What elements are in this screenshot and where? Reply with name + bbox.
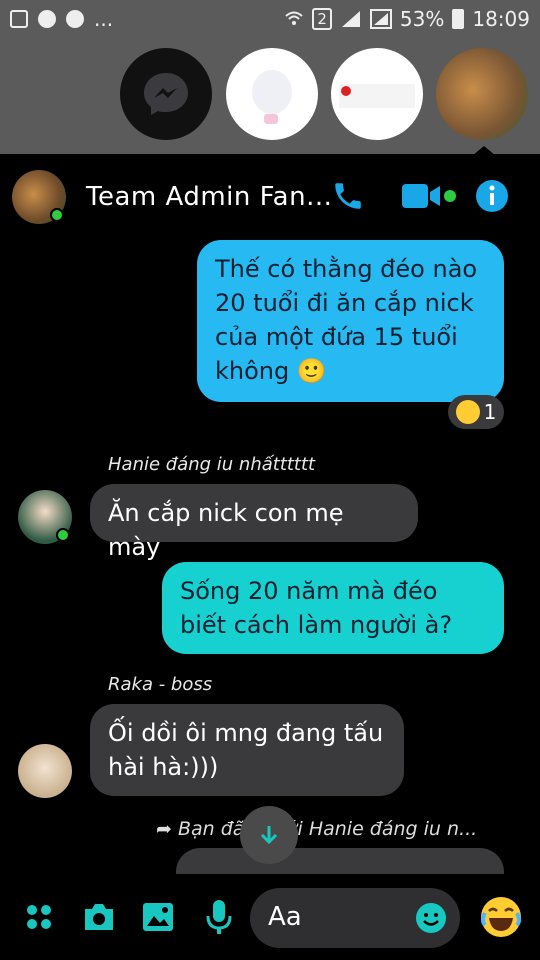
apps-icon	[27, 905, 51, 929]
outgoing-message[interactable]: Thế có thằng đéo nào 20 tuổi đi ăn cắp n…	[197, 240, 504, 402]
apps-button[interactable]	[22, 900, 56, 934]
voice-button[interactable]	[202, 898, 236, 936]
sender-avatar[interactable]	[18, 490, 72, 544]
conversation-header: Team Admin Fan...	[0, 154, 540, 238]
chat-head-messenger[interactable]	[120, 48, 212, 140]
call-button[interactable]	[330, 178, 366, 214]
gallery-notification-icon	[10, 10, 28, 28]
status-bar: ... 2 53% 18:09	[0, 0, 540, 38]
sender-avatar[interactable]	[18, 744, 72, 798]
camera-icon	[85, 904, 113, 930]
quick-reaction-button[interactable]	[478, 894, 524, 940]
emoji-icon	[416, 903, 446, 933]
message-reaction[interactable]: 1	[448, 395, 504, 429]
notification-icons: ...	[10, 7, 113, 31]
gallery-button[interactable]	[140, 900, 176, 934]
mic-icon	[206, 900, 232, 934]
wifi-icon	[285, 11, 304, 25]
incoming-message[interactable]: Ối dồi ôi mng đang tấu hài hà:)))	[90, 704, 404, 796]
signal-icon	[341, 11, 360, 27]
video-icon	[402, 184, 456, 208]
battery-percent: 53%	[399, 7, 445, 31]
video-call-button[interactable]	[400, 178, 458, 214]
messenger-notification-icon	[38, 10, 56, 28]
media-notification-icon	[66, 10, 84, 28]
incoming-message[interactable]: Ăn cắp nick con mẹ mày	[90, 484, 418, 561]
chat-head-contact-3[interactable]	[331, 48, 423, 140]
sim-badge: 2	[312, 8, 332, 30]
chat-head-contact-4[interactable]	[436, 48, 528, 140]
phone-icon	[335, 183, 361, 209]
outgoing-message[interactable]: Sống 20 năm mà đéo biết cách làm người à…	[162, 562, 504, 654]
system-icons: 2 53% 18:09	[284, 7, 530, 31]
message-input-placeholder: Aa	[268, 902, 302, 932]
composer-bar: Aa	[0, 874, 540, 960]
scroll-to-bottom-button[interactable]	[240, 806, 298, 864]
gallery-icon	[143, 903, 173, 931]
reaction-count: 1	[483, 400, 497, 424]
sender-name: Hanie đáng iu nhấtttttt	[108, 454, 316, 475]
forwarded-text: Bạn đã ... với Hanie đáng iu n...	[177, 818, 478, 840]
battery-icon	[452, 9, 465, 29]
clock: 18:09	[472, 7, 530, 31]
chat-panel: Team Admin Fan... Thế có thằng đéo nào 2…	[0, 154, 540, 960]
signal-icon-2	[369, 9, 392, 29]
arrow-down-icon	[260, 826, 278, 845]
chat-head-contact-2[interactable]	[226, 48, 318, 140]
conversation-title[interactable]: Team Admin Fan...	[86, 182, 332, 212]
info-button[interactable]	[474, 178, 510, 214]
sender-name: Raka - boss	[108, 674, 213, 695]
laugh-reaction-icon	[455, 400, 480, 424]
emoji-button[interactable]	[414, 901, 448, 935]
messenger-icon	[144, 73, 188, 115]
group-avatar[interactable]	[12, 170, 66, 224]
more-notifications: ...	[94, 7, 114, 31]
chat-heads-bar	[0, 38, 540, 156]
forward-icon: ➦	[156, 818, 178, 840]
online-indicator	[50, 208, 64, 222]
info-icon	[476, 180, 508, 212]
online-indicator	[56, 528, 70, 542]
forwarded-label: ➦ Bạn đã ... với Hanie đáng iu n...	[156, 818, 477, 840]
laugh-emoji-icon	[481, 897, 521, 937]
camera-button[interactable]	[80, 900, 118, 934]
message-input[interactable]: Aa	[250, 888, 460, 948]
